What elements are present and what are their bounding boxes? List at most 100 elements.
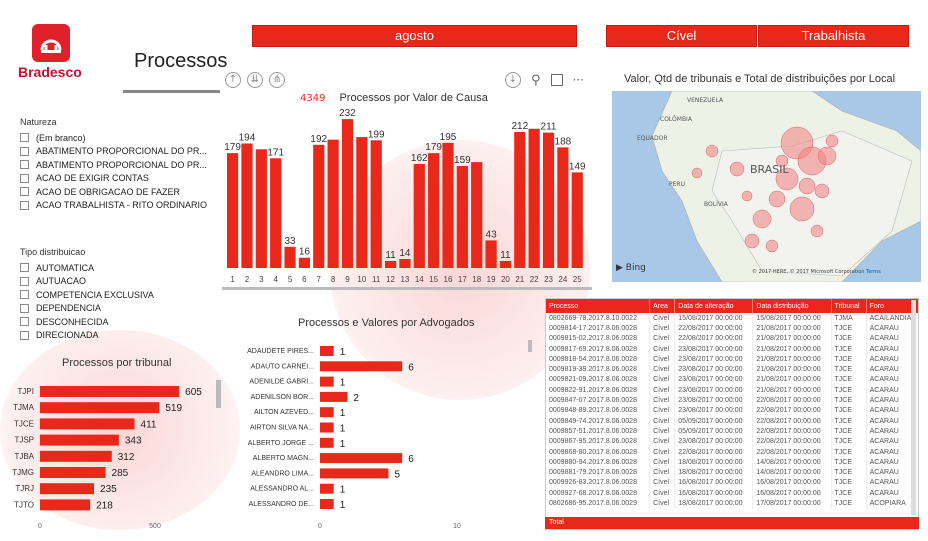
map-bubble[interactable] [789,196,815,222]
drill-down-all-icon[interactable]: ⇊ [247,72,263,88]
table-row[interactable]: 0009814-17.2017.8.06.0028 Cível 22/08/2017… [546,323,918,334]
table-row[interactable]: 0009847-07.2017.8.06.0028 Cível 23/08/2017… [546,395,918,406]
map-bubble[interactable] [817,146,837,166]
tipo-option[interactable]: DEPENDENCIA [20,302,154,316]
map-bubble[interactable] [814,183,830,199]
natureza-option[interactable]: ACAO DE OBRIGACAO DE FAZER [20,185,207,199]
bar[interactable] [320,453,403,464]
bar[interactable] [413,164,425,268]
checkbox[interactable] [20,330,29,340]
checkbox[interactable] [20,263,29,273]
bar[interactable] [40,499,91,511]
horizontal-scrollbar[interactable] [222,287,592,290]
bar[interactable] [320,346,334,356]
bar[interactable] [571,172,583,268]
bar[interactable] [542,132,555,268]
natureza-option[interactable]: ACAO DE EXIGIR CONTAS [20,172,207,186]
map-bubble[interactable] [729,161,745,177]
bar[interactable] [320,437,334,448]
table-row[interactable]: 0009817-69.2017.8.06.0028 Cível 23/08/2017… [546,343,918,355]
checkbox[interactable] [20,146,29,156]
table-row[interactable]: 0009848-89.2017.8.06.0028 Cível 23/08/2017… [546,405,918,416]
bar[interactable] [428,153,440,268]
more-options-icon[interactable]: ··· [573,73,584,87]
bar[interactable] [320,483,334,494]
table-row[interactable]: 0009822-91.2017.8.06.0028 Cível 23/08/2017… [546,385,918,396]
table-row[interactable]: 0009867-95.2017.8.06.0028 Cível 23/08/2017… [546,436,918,447]
bar[interactable] [255,149,267,268]
checkbox[interactable] [20,160,29,170]
bar[interactable] [320,468,389,479]
map-bubble[interactable] [798,177,816,195]
map-bubble[interactable] [752,209,772,229]
tribunal-scrollbar[interactable] [216,380,221,408]
bar[interactable] [313,144,325,268]
natureza-option[interactable]: ABATIMENTO PROPORCIONAL DO PR... [20,145,207,159]
bar[interactable] [514,131,526,268]
bar[interactable] [471,162,483,268]
table-row[interactable]: 0009868-80.2017.8.06.0028 Cível 22/08/2017… [546,446,918,458]
column-header[interactable]: Area [649,299,676,313]
natureza-option[interactable]: ABATIMENTO PROPORCIONAL DO PR... [20,158,207,172]
bar[interactable] [327,139,339,268]
bar[interactable] [456,165,468,268]
table-row[interactable]: 0009880-94.2017.8.06.0028 Cível 18/08/2017… [546,457,918,468]
map-bubble[interactable] [810,224,824,238]
bar[interactable] [320,361,403,372]
focus-mode-icon[interactable] [550,74,563,86]
bar[interactable] [499,260,512,268]
checkbox[interactable] [20,200,29,210]
table-row[interactable]: 0802686-95.2017.8.06.0029 Cível 18/08/2017… [546,498,918,509]
terms-link[interactable]: Terms [866,269,881,275]
bar[interactable] [227,153,239,268]
pin-icon[interactable]: ⚲ [531,73,541,88]
drill-mode-icon[interactable]: ↓ [505,72,521,88]
checkbox[interactable] [20,317,29,327]
map-bubble[interactable] [768,190,786,208]
bar[interactable] [270,158,282,268]
bar[interactable] [40,467,106,478]
checkbox[interactable] [20,290,29,300]
bar[interactable] [320,407,334,418]
bar[interactable] [40,434,119,446]
bar[interactable] [40,386,180,397]
column-header[interactable]: Tribunal [831,299,867,313]
checkbox[interactable] [20,133,29,143]
table-row[interactable]: 0009926-83.2017.8.06.0028 Cível 16/08/2017… [546,477,918,489]
bar[interactable] [40,402,160,414]
bar[interactable] [341,119,354,268]
checkbox[interactable] [20,187,29,197]
column-header[interactable]: Data de alteração [674,299,754,313]
map-bubble[interactable] [691,167,703,179]
table-row[interactable]: 0009819-39.2017.8.06.0028 Cível 23/08/2017… [546,364,918,375]
bar[interactable] [442,142,454,268]
table-row[interactable]: 0009818-54.2017.8.06.0028 Cível 23/08/2017… [546,354,918,365]
bar[interactable] [320,376,334,387]
natureza-option[interactable]: (Em branco) [20,131,207,145]
tipo-option[interactable]: AUTUACAO [20,275,154,289]
tipo-option[interactable]: AUTOMATICA [20,261,154,275]
tipo-option[interactable]: DIRECIONADA [20,329,154,343]
table-row[interactable]: 0009927-68.2017.8.06.0028 Cível 16/08/2017… [546,488,918,499]
map-bubble[interactable] [741,190,753,202]
tipo-option[interactable]: COMPETENCIA EXCLUSIVA [20,288,154,302]
map-bubble[interactable] [825,134,839,148]
bar[interactable] [320,391,348,402]
bar[interactable] [284,246,296,268]
column-header[interactable]: Data distribuição [752,299,832,313]
expand-hierarchy-icon[interactable]: ⋔ [269,72,285,88]
drill-up-icon[interactable]: ↑ [225,72,241,88]
bar[interactable] [399,259,411,268]
bar[interactable] [40,450,112,462]
bubble-map[interactable]: BRASIL VENEZUELA COLÔMBIA EQUADOR PERU B… [612,91,921,282]
map-bubble[interactable] [705,144,719,158]
natureza-option[interactable]: ACAO TRABALHISTA - RITO ORDINARIO [20,199,207,213]
bar[interactable] [320,499,334,509]
bar[interactable] [356,137,368,268]
bar[interactable] [241,143,253,268]
month-filter-button[interactable]: agosto [252,25,577,47]
tipo-option[interactable]: DESCONHECIDA [20,315,154,329]
bar[interactable] [40,483,95,495]
checkbox[interactable] [20,173,29,183]
bar[interactable] [370,140,382,268]
